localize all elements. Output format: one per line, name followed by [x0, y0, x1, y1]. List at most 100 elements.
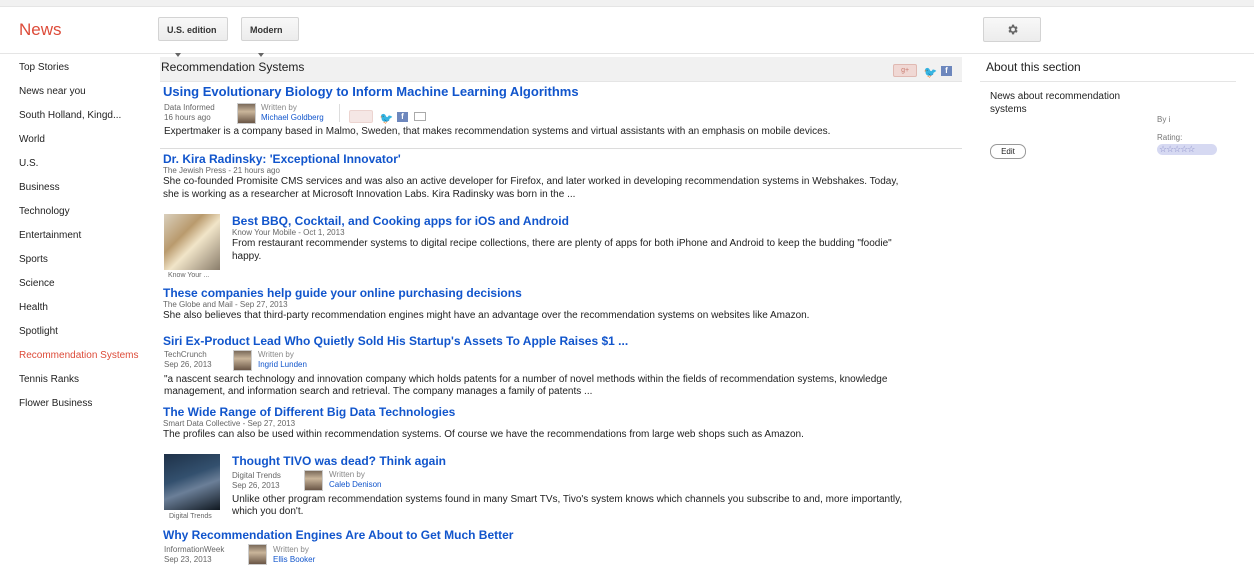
article-title[interactable]: Best BBQ, Cocktail, and Cooking apps for…	[232, 214, 892, 228]
article-item: Siri Ex-Product Lead Who Quietly Sold Hi…	[163, 334, 958, 400]
article-time: 16 hours ago	[164, 113, 211, 122]
article-title[interactable]: These companies help guide your online p…	[163, 286, 958, 300]
article-source[interactable]: InformationWeek	[164, 545, 224, 555]
avatar[interactable]	[237, 103, 256, 124]
sidebar-item-us[interactable]: U.S.	[19, 154, 159, 178]
sidebar-item-business[interactable]: Business	[19, 178, 159, 202]
author-link[interactable]: Caleb Denison	[329, 480, 381, 489]
article-title[interactable]: The Wide Range of Different Big Data Tec…	[163, 405, 958, 419]
article-share: 🐦 f	[347, 108, 427, 126]
sidebar-item-spotlight[interactable]: Spotlight	[19, 322, 159, 346]
author-link[interactable]: Michael Goldberg	[261, 113, 324, 122]
about-heading: About this section	[980, 57, 1236, 82]
article-time: Sep 26, 2013	[164, 360, 212, 369]
about-description: News about recommendation systems	[990, 91, 1121, 115]
article-snippet: She also believes that third-party recom…	[163, 310, 810, 321]
written-by-label: Written by	[261, 103, 297, 112]
divider	[160, 148, 962, 149]
sidebar-item-south-holland[interactable]: South Holland, Kingd...	[19, 106, 159, 130]
written-by-label: Written by	[258, 350, 294, 359]
facebook-icon[interactable]: f	[941, 65, 952, 76]
sidebar-item-technology[interactable]: Technology	[19, 202, 159, 226]
star-rating[interactable]: ☆☆☆☆☆	[1157, 144, 1217, 155]
news-logo[interactable]: News	[19, 20, 62, 40]
header-bar: News U.S. edition Modern	[0, 7, 1254, 57]
main-column: Recommendation Systems g+ 🐦 f Using Evol…	[160, 57, 962, 565]
article-snippet: which you don't.	[232, 506, 304, 517]
avatar[interactable]	[304, 470, 323, 491]
facebook-icon[interactable]: f	[396, 111, 408, 122]
view-dropdown[interactable]: Modern	[241, 17, 299, 57]
sidebar-item-tennis-ranks[interactable]: Tennis Ranks	[19, 370, 159, 394]
article-item: Digital Trends Thought TIVO was dead? Th…	[163, 454, 958, 522]
article-source[interactable]: TechCrunch	[164, 350, 207, 360]
avatar[interactable]	[233, 350, 252, 371]
article-source[interactable]: Data Informed	[164, 103, 215, 113]
by-label: By i	[1157, 115, 1171, 124]
article-thumbnail[interactable]	[164, 454, 220, 510]
edit-button[interactable]: Edit	[990, 144, 1026, 159]
article-snippet: From restaurant recommender systems to d…	[232, 238, 892, 249]
article-snippet: Unlike other program recommendation syst…	[232, 494, 903, 505]
section-header: Recommendation Systems g+ 🐦 f	[160, 57, 962, 82]
article-title[interactable]: Using Evolutionary Biology to Inform Mac…	[163, 84, 958, 99]
written-by-label: Written by	[273, 545, 309, 554]
article-snippet: happy.	[232, 250, 262, 262]
article-snippet: Expertmaker is a company based in Malmo,…	[164, 126, 831, 137]
article-source[interactable]: The Globe and Mail - Sep 27, 2013	[163, 300, 958, 310]
email-icon[interactable]	[414, 112, 427, 122]
sidebar-item-recommendation-systems[interactable]: Recommendation Systems	[19, 346, 159, 370]
sidebar-item-top-stories[interactable]: Top Stories	[19, 58, 159, 82]
sidebar-item-world[interactable]: World	[19, 130, 159, 154]
twitter-icon[interactable]: 🐦	[379, 112, 393, 125]
gplus-share-button[interactable]: g+	[893, 64, 918, 78]
edition-label: U.S. edition	[167, 25, 217, 35]
sidebar-item-sports[interactable]: Sports	[19, 250, 159, 274]
settings-button[interactable]	[983, 17, 1041, 42]
article-thumbnail[interactable]	[164, 214, 220, 270]
author-link[interactable]: Ingrid Lunden	[258, 360, 307, 369]
article-snippet: The profiles can also be used within rec…	[163, 429, 804, 440]
gear-icon	[1008, 24, 1018, 35]
sidebar-item-news-near-you[interactable]: News near you	[19, 82, 159, 106]
article-title[interactable]: Why Recommendation Engines Are About to …	[163, 528, 958, 542]
edition-dropdown[interactable]: U.S. edition	[158, 17, 228, 57]
article-time: Sep 26, 2013	[232, 481, 280, 490]
sidebar-item-entertainment[interactable]: Entertainment	[19, 226, 159, 250]
sidebar-nav: Top Stories News near you South Holland,…	[19, 58, 159, 418]
written-by-label: Written by	[329, 470, 365, 479]
rating-label: Rating:	[1157, 133, 1183, 142]
twitter-icon[interactable]: 🐦	[924, 66, 938, 79]
article-snippet: she is working as a researcher at Micros…	[163, 188, 576, 200]
article-item: The Wide Range of Different Big Data Tec…	[163, 405, 958, 442]
article-title[interactable]: Siri Ex-Product Lead Who Quietly Sold Hi…	[163, 334, 958, 348]
article-source[interactable]: Know Your Mobile - Oct 1, 2013	[232, 228, 892, 238]
sidebar-item-flower-business[interactable]: Flower Business	[19, 394, 159, 418]
article-source[interactable]: Digital Trends	[232, 471, 281, 481]
article-item: Dr. Kira Radinsky: 'Exceptional Innovato…	[163, 152, 958, 201]
sidebar-item-health[interactable]: Health	[19, 298, 159, 322]
about-section-panel: About this section News about recommenda…	[980, 57, 1236, 159]
article-snippet: She co-founded Promisite CMS services an…	[163, 176, 899, 187]
article-snippet: "a nascent search technology and innovat…	[164, 374, 888, 385]
article-time: Sep 23, 2013	[164, 555, 212, 564]
top-strip	[0, 0, 1254, 7]
sidebar-item-science[interactable]: Science	[19, 274, 159, 298]
author-link[interactable]: Ellis Booker	[273, 555, 315, 564]
section-title: Recommendation Systems	[161, 60, 305, 74]
divider	[339, 104, 340, 122]
article-item: Know Your ... Best BBQ, Cocktail, and Co…	[163, 214, 958, 282]
about-box: News about recommendation systems Edit B…	[980, 82, 1236, 159]
article-item: Using Evolutionary Biology to Inform Mac…	[163, 84, 958, 137]
article-title[interactable]: Thought TIVO was dead? Think again	[232, 454, 958, 468]
thumbnail-caption: Digital Trends	[169, 513, 212, 520]
article-snippet: management, and information search and r…	[164, 386, 593, 397]
article-source[interactable]: Smart Data Collective - Sep 27, 2013	[163, 419, 958, 429]
gplus-share-button[interactable]	[349, 110, 373, 124]
article-item: Why Recommendation Engines Are About to …	[163, 528, 958, 568]
article-title[interactable]: Dr. Kira Radinsky: 'Exceptional Innovato…	[163, 152, 958, 166]
section-share: g+ 🐦 f	[891, 62, 952, 80]
view-label: Modern	[250, 25, 283, 35]
article-item: These companies help guide your online p…	[163, 286, 958, 323]
article-source[interactable]: The Jewish Press - 21 hours ago	[163, 166, 958, 176]
